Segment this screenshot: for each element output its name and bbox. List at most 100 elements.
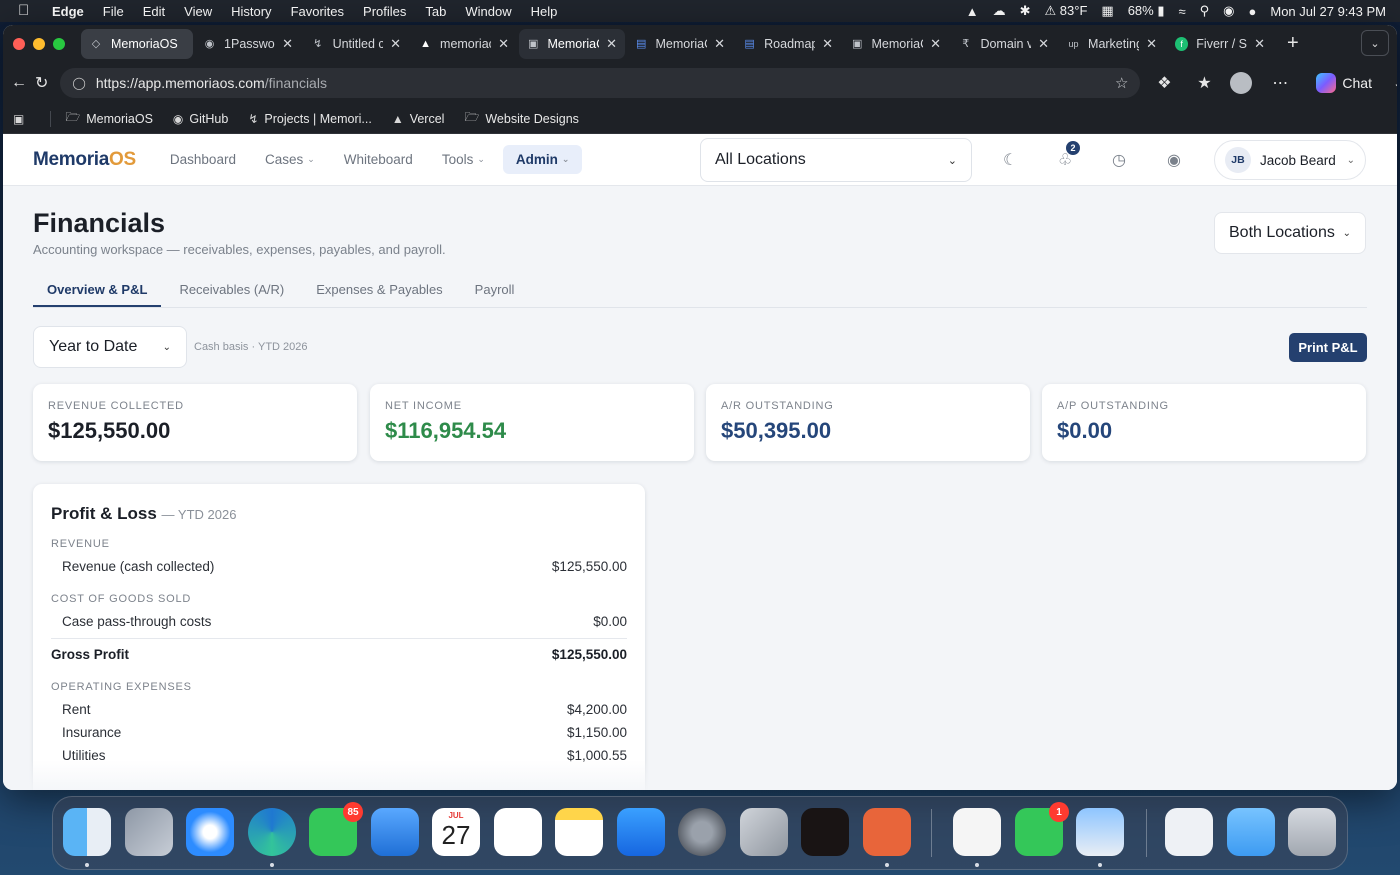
menu-help[interactable]: Help [531,4,558,19]
testflight-icon[interactable] [371,808,419,856]
menu-profiles[interactable]: Profiles [363,4,406,19]
appstore-icon[interactable] [617,808,665,856]
bell-icon[interactable]: ♧ 2 [1058,141,1080,170]
settings-icon[interactable] [678,808,726,856]
apple-menu-icon[interactable]:  [18,0,34,22]
close-tab-icon[interactable]: ✕ [390,36,401,52]
browser-tab-domain[interactable]: ₹ Domain v ✕ [951,29,1057,59]
preview-icon[interactable] [1076,808,1124,856]
claude-icon[interactable] [863,808,911,856]
facetime-icon[interactable]: 1 [1015,802,1069,856]
tab-list-dropdown-icon[interactable]: ⌄ [1361,30,1389,56]
browser-tab-memoriaos[interactable]: ◇ MemoriaOS [81,28,193,59]
nav-cases[interactable]: Cases ⌄ [265,152,315,167]
downloads-icon[interactable] [1165,808,1213,856]
close-tab-icon[interactable]: ✕ [606,36,617,52]
cloud-icon[interactable]: ☁ [993,3,1006,19]
close-window-button[interactable] [13,37,25,50]
menu-history[interactable]: History [231,4,271,19]
calendar-icon[interactable]: JUL 27 [432,808,480,856]
folder-icon[interactable] [1227,808,1275,856]
browser-tab-marketing[interactable]: up Marketing ✕ [1059,29,1165,59]
menu-edit[interactable]: Edit [143,4,165,19]
new-tab-button[interactable]: + [1287,32,1299,55]
location-select[interactable]: All Locations ⌄ [700,138,972,182]
camera-icon[interactable]: ◉ [1167,150,1181,170]
layout-icon[interactable]: ▦ [1101,3,1113,19]
browser-tab-fiverr[interactable]: f Fiverr / Sl ✕ [1167,29,1273,59]
edge-icon[interactable] [248,808,296,856]
close-tab-icon[interactable]: ✕ [930,36,941,52]
copilot-chat-button[interactable]: Chat [1316,73,1372,93]
nav-dashboard[interactable]: Dashboard [170,152,236,167]
textedit-icon[interactable] [953,808,1001,856]
messages-icon[interactable]: 85 [309,802,363,856]
zoom-window-button[interactable] [53,37,65,50]
tab-overview-pl[interactable]: Overview & P&L [33,275,162,307]
date-range-select[interactable]: Year to Date ⌄ [33,326,187,368]
chevron-down-icon[interactable]: ⌄ [1384,69,1397,97]
weather-status[interactable]: ⚠ 83°F [1045,3,1088,19]
bookmark-vercel[interactable]: ▲ Vercel [392,112,445,126]
menu-tab[interactable]: Tab [425,4,446,19]
sparkle-icon[interactable]: ✱ [1020,3,1031,19]
browser-tab-memoriac-book[interactable]: ▣MemoriaC✕ [843,29,949,59]
control-center-icon[interactable]: ◉ [1223,3,1234,19]
close-tab-icon[interactable]: ✕ [822,36,833,52]
drive-icon[interactable]: ▲ [966,4,979,19]
brand-logo[interactable]: MemoriaOS [33,149,136,171]
safari-icon[interactable] [186,808,234,856]
menu-file[interactable]: File [103,4,124,19]
moon-icon[interactable]: ☾ [1003,150,1017,170]
browser-tab-memoriac-doc[interactable]: ▤MemoriaC✕ [627,29,733,59]
close-tab-icon[interactable]: ✕ [498,36,509,52]
close-tab-icon[interactable]: ✕ [714,36,725,52]
bookmark-memoriaos[interactable]: 🗁 MemoriaOS [65,108,153,129]
extensions-icon[interactable]: ❖ [1150,69,1178,97]
profile-avatar-icon[interactable] [1230,72,1253,94]
finder-icon[interactable] [63,808,111,856]
browser-tab-untitled[interactable]: ↯ Untitled c ✕ [303,29,409,59]
tab-payroll[interactable]: Payroll [461,275,529,307]
bookmarks-toggle[interactable]: ▣ [13,112,30,126]
browser-tab-1password[interactable]: ◉ 1Passwor ✕ [195,29,301,59]
favorite-star-icon[interactable]: ☆ [1115,74,1128,92]
clock-icon[interactable]: ◷ [1112,150,1126,170]
nav-whiteboard[interactable]: Whiteboard [344,152,413,167]
nav-admin[interactable]: Admin ⌄ [502,145,583,174]
browser-tab-memoriac-vercel[interactable]: ▲ memoriac ✕ [411,29,517,59]
launchpad-icon[interactable] [125,808,173,856]
menu-view[interactable]: View [184,4,212,19]
tab-receivables[interactable]: Receivables (A/R) [165,275,298,307]
menu-window[interactable]: Window [465,4,511,19]
minimize-window-button[interactable] [33,37,45,50]
notes-icon[interactable] [555,808,603,856]
user-menu[interactable]: JB Jacob Beard ⌄ [1214,140,1366,180]
menu-favorites[interactable]: Favorites [291,4,344,19]
trash-icon[interactable] [1288,808,1336,856]
bookmark-website-designs[interactable]: 🗁 Website Designs [464,108,578,129]
address-bar[interactable]: ◯ https://app.memoriaos.com/financials ☆ [60,68,1141,98]
site-info-icon[interactable]: ◯ [72,76,85,90]
menu-app-name[interactable]: Edge [52,4,84,19]
close-tab-icon[interactable]: ✕ [1146,36,1157,52]
close-tab-icon[interactable]: ✕ [1254,36,1265,52]
bookmark-projects[interactable]: ↯ Projects | Memori... [248,112,372,126]
siri-icon[interactable]: ● [1249,4,1257,19]
tab-expenses-payables[interactable]: Expenses & Payables [302,275,456,307]
wifi-icon[interactable]: ≈ [1179,4,1186,19]
reload-icon[interactable]: ↻ [35,69,48,97]
bookmark-github[interactable]: ◉ GitHub [173,112,228,126]
nav-tools[interactable]: Tools ⌄ [442,152,485,167]
print-pl-button[interactable]: Print P&L [1289,333,1367,362]
location-filter-select[interactable]: Both Locations ⌄ [1214,212,1366,254]
battery-status[interactable]: 68% ▮ [1128,3,1165,19]
browser-tab-roadmap[interactable]: ▤ Roadmap ✕ [735,29,841,59]
iphone-mirroring-icon[interactable] [740,808,788,856]
more-options-icon[interactable]: ⋯ [1266,69,1294,97]
reminders-icon[interactable] [494,808,542,856]
menu-clock[interactable]: Mon Jul 27 9:43 PM [1270,4,1386,19]
spotlight-search-icon[interactable]: ⚲ [1200,3,1210,19]
back-arrow-icon[interactable]: ← [11,69,27,97]
favorites-icon[interactable]: ★ [1190,69,1218,97]
